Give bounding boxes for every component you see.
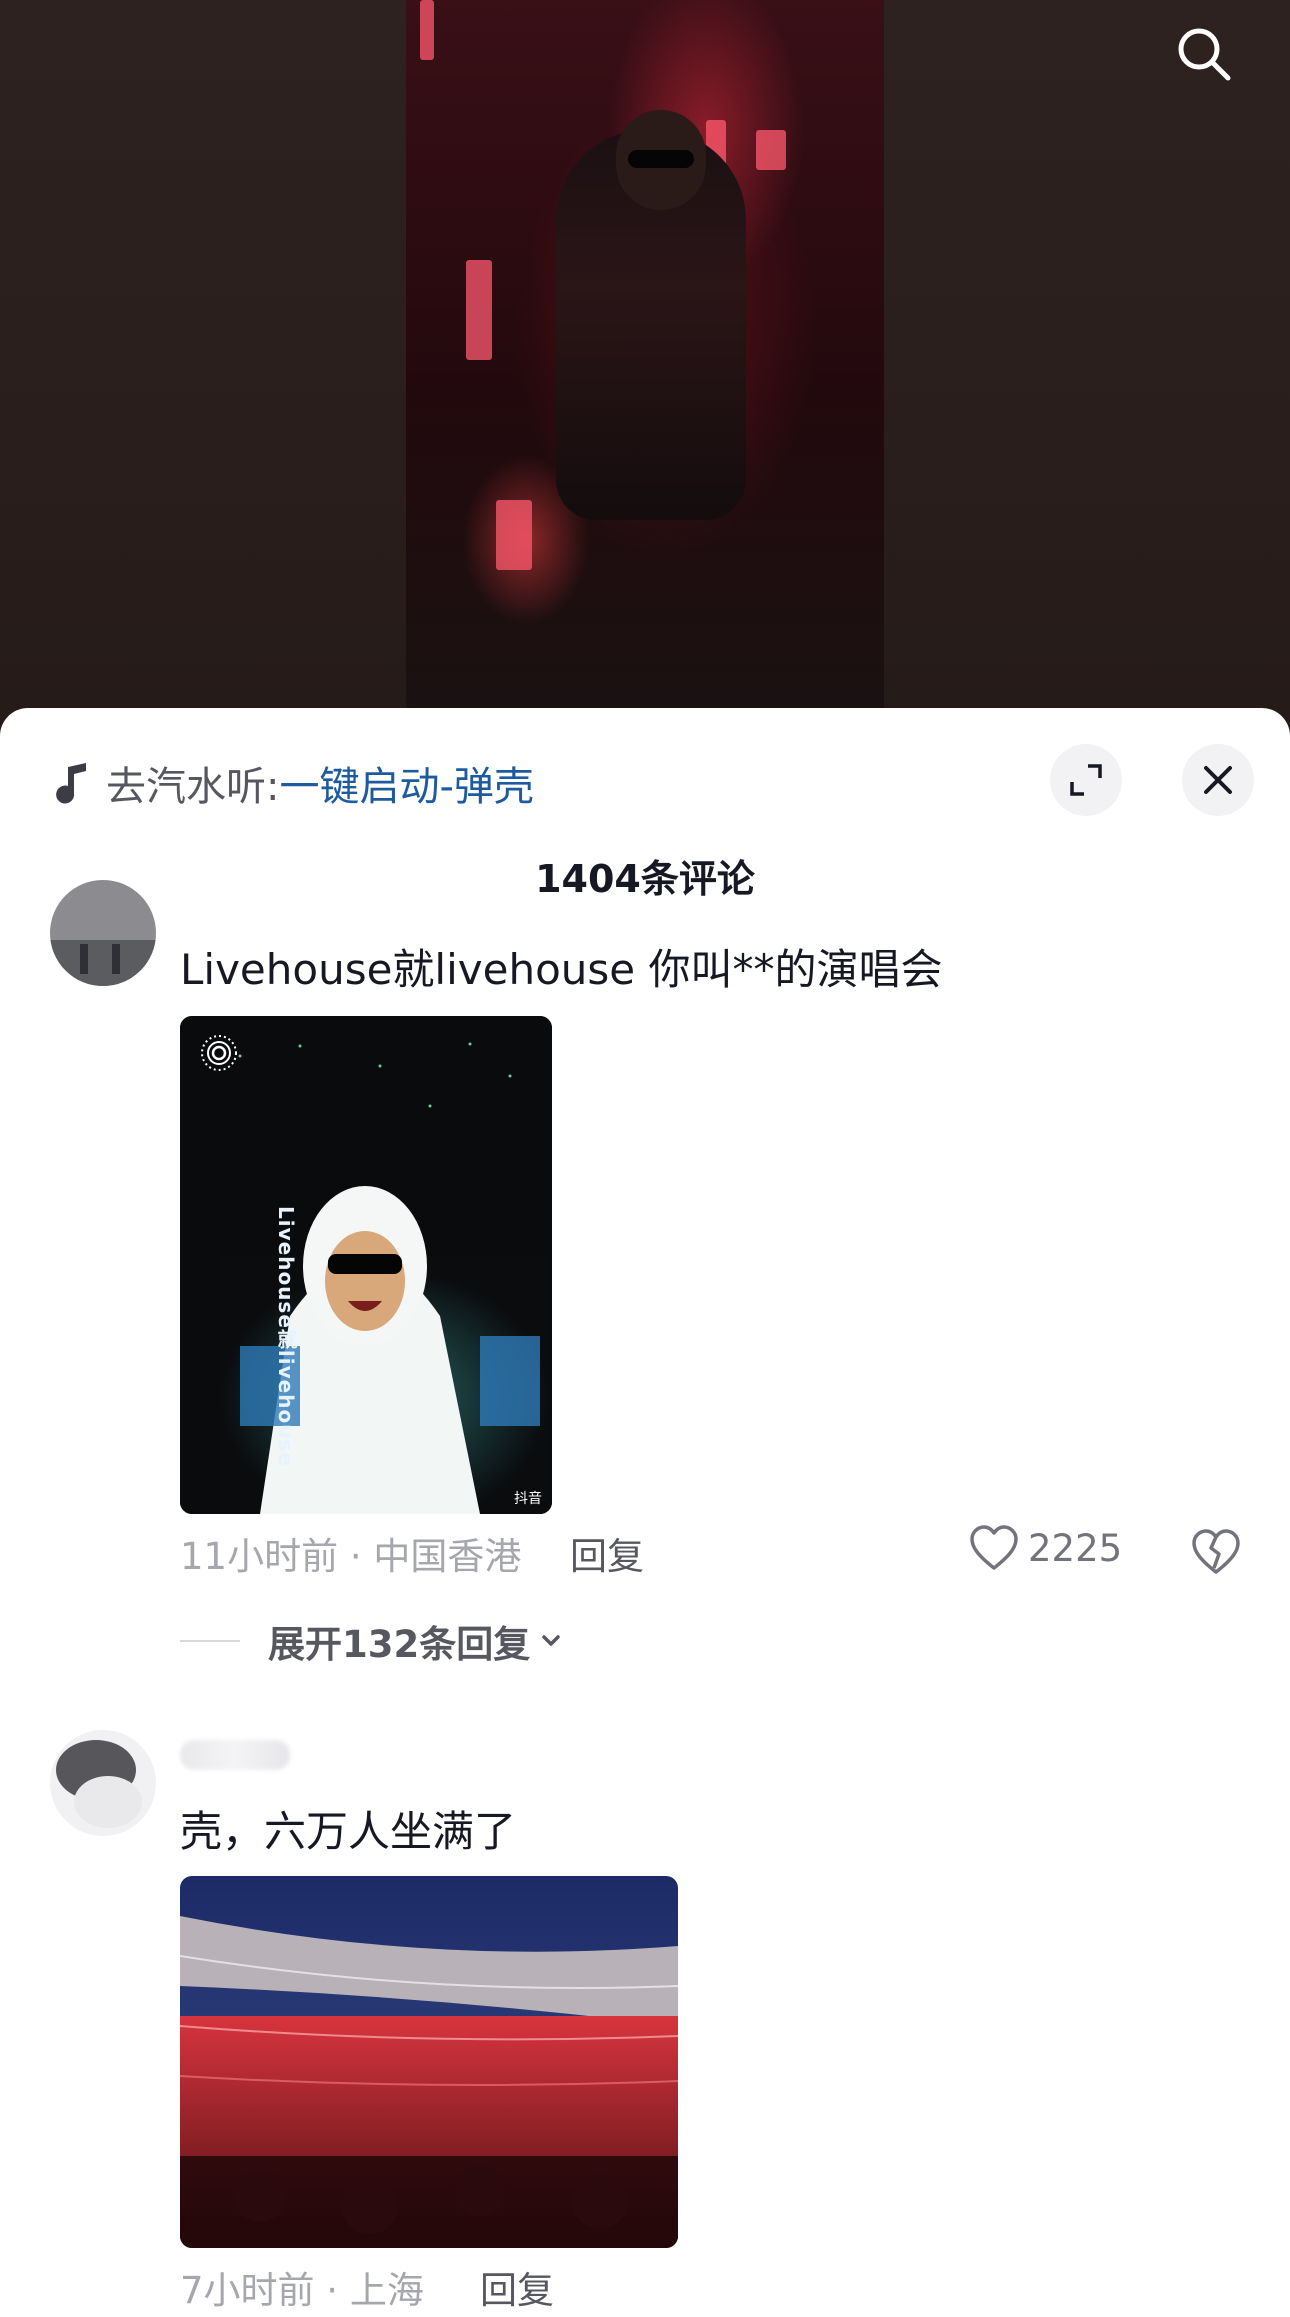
video-background[interactable] — [0, 0, 1290, 760]
search-button[interactable] — [1168, 18, 1240, 90]
expand-replies[interactable]: 展开132条回复 — [180, 1614, 566, 1668]
live-photo-icon — [201, 1035, 237, 1071]
expand-button[interactable] — [1050, 744, 1122, 816]
music-link-row[interactable]: 去汽水听: 一键启动-弹壳 — [52, 748, 534, 818]
heart-icon — [970, 1525, 1018, 1570]
comment-text: 壳，六万人坐满了 — [180, 1807, 517, 1856]
divider — [180, 1640, 240, 1642]
avatar-image — [50, 880, 156, 986]
performer-sunglasses — [628, 150, 694, 168]
comment-meta: 11小时前 · 中国香港 — [180, 1535, 522, 1578]
comment-image[interactable]: Livehouse就livehouse 抖音 — [180, 1016, 552, 1514]
stage-light — [466, 260, 492, 360]
music-note-icon — [56, 763, 86, 804]
comment-image[interactable] — [180, 1876, 678, 2248]
concert-photo — [180, 1016, 552, 1514]
username[interactable] — [180, 1740, 290, 1770]
comments-sheet: 去汽水听: 一键启动-弹壳 1404条评论 Livehouse就livehous… — [0, 708, 1290, 2317]
close-icon — [1204, 766, 1232, 794]
image-caption: Livehouse就livehouse — [274, 1206, 298, 1467]
like-count: 2225 — [1028, 1526, 1123, 1570]
expand-icon — [1070, 764, 1102, 796]
avatar-image — [50, 1730, 156, 1836]
music-prefix: 去汽水听: — [106, 764, 280, 810]
reply-button[interactable]: 回复 — [480, 2260, 554, 2314]
chevron-down-icon — [542, 1635, 560, 1646]
comment-text: Livehouse就livehouse 你叫**的演唱会 — [180, 945, 943, 994]
stage-light — [496, 500, 532, 570]
avatar[interactable] — [50, 880, 156, 986]
comment-count-title: 1404条评论 — [535, 857, 755, 901]
stadium-photo — [180, 1876, 678, 2248]
comment-meta: 7小时前 · 上海 — [180, 2269, 424, 2312]
video-frame[interactable] — [406, 0, 884, 720]
stage-light — [420, 0, 434, 60]
avatar[interactable] — [50, 1730, 156, 1836]
stage-light — [756, 130, 786, 170]
expand-replies-label: 展开132条回复 — [268, 1623, 531, 1666]
watermark: 抖音 — [514, 1491, 542, 1507]
broken-heart-icon[interactable] — [1190, 1526, 1242, 1578]
close-button[interactable] — [1182, 744, 1254, 816]
reply-button[interactable]: 回复 — [570, 1526, 644, 1580]
like-button[interactable]: 2225 — [968, 1524, 1122, 1572]
music-title-link[interactable]: 一键启动-弹壳 — [279, 754, 533, 812]
search-icon — [1178, 28, 1231, 81]
